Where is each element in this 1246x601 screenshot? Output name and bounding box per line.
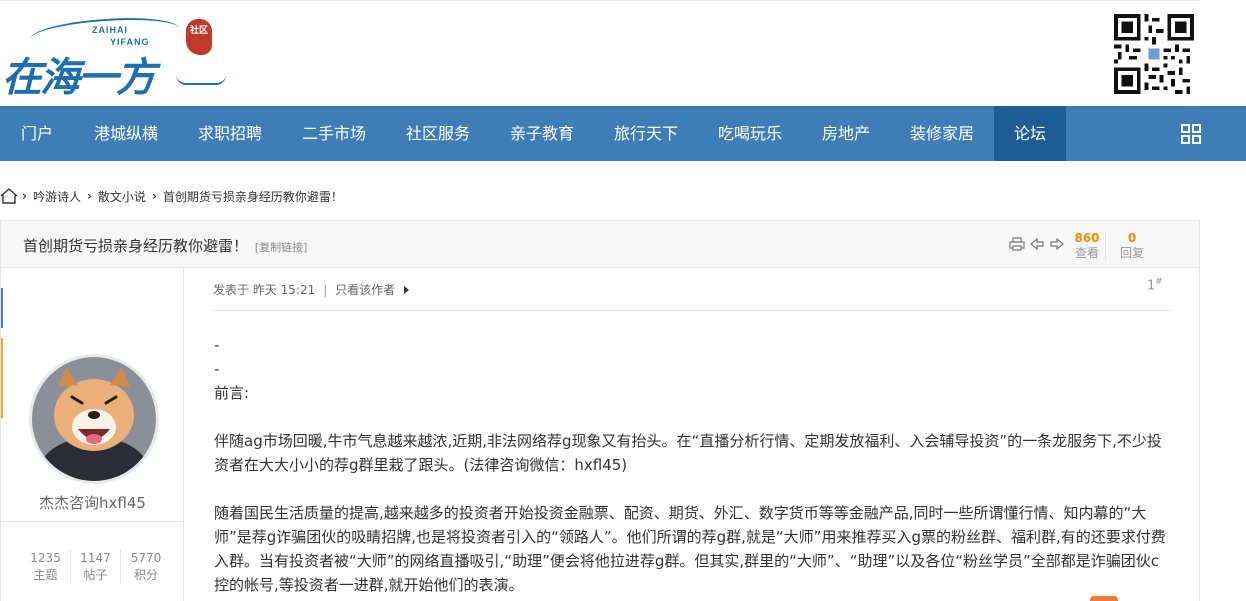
breadcrumb: › 吟游诗人 › 散文小说 › 首创期货亏损亲身经历教你避雷！ [0, 186, 349, 206]
only-author-link[interactable]: 只看该作者 [335, 281, 395, 298]
post-line: - [214, 336, 220, 354]
floor-number[interactable]: 1# [1147, 277, 1163, 293]
previous-thread-icon[interactable] [1029, 237, 1045, 251]
thread-tools [1009, 237, 1065, 251]
post-paragraph: 随着国民生活质量的提高,越来越多的投资者开始投资金融票、配资、期货、外汇、数字货… [214, 504, 1166, 594]
views-stat: 860 查看 [1067, 231, 1107, 261]
main-nav: 门户 港城纵横 求职招聘 二手市场 社区服务 亲子教育 旅行天下 吃喝玩乐 房地… [0, 106, 1246, 161]
replies-count: 0 [1127, 231, 1137, 245]
thread-title-bar: 首创期货亏损亲身经历教你避雷！ [复制链接] 860 查看 0 回复 [1, 221, 1199, 268]
nav-item-decoration[interactable]: 装修家居 [890, 106, 994, 161]
nav-item-community[interactable]: 社区服务 [386, 106, 490, 161]
author-stat-points[interactable]: 5770 积分 [121, 550, 171, 584]
post-meta: 发表于 昨天 15:21 | 只看该作者 [213, 281, 411, 298]
author-stat-num: 1147 [80, 551, 111, 565]
print-icon[interactable] [1009, 237, 1025, 251]
nav-item-city[interactable]: 港城纵横 [74, 106, 178, 161]
post-gap [214, 477, 1174, 501]
caret-right-icon [404, 285, 410, 294]
author-stat-posts[interactable]: 1147 帖子 [71, 550, 121, 584]
author-stat-label: 帖子 [83, 568, 108, 582]
stat-divider [1105, 231, 1106, 261]
nav-item-travel[interactable]: 旅行天下 [594, 106, 698, 161]
post-body: - - 前言: 伴随ag市场回暖,牛市气息越来越浓,近期,非法网络荐g现象又有抬… [214, 333, 1174, 597]
post-gap [214, 405, 1174, 429]
grid-menu-icon[interactable] [1181, 124, 1201, 144]
author-stat-num: 1235 [30, 551, 61, 565]
next-thread-icon[interactable] [1049, 237, 1065, 251]
breadcrumb-item-board[interactable]: 吟游诗人 [33, 188, 81, 205]
logo-stamp: 社区 [186, 19, 212, 55]
replies-label: 回复 [1119, 246, 1144, 260]
author-name[interactable]: 杰杰咨询hxfl45 [1, 492, 184, 513]
author-stat-threads[interactable]: 1235 主题 [21, 550, 71, 584]
author-stats: 1235 主题 1147 帖子 5770 积分 [21, 550, 171, 584]
logo-en-line1: ZAIHAI [92, 25, 128, 35]
chevron-right-icon: › [151, 189, 157, 203]
nav-item-realestate[interactable]: 房地产 [802, 106, 890, 161]
post-time: 发表于 昨天 15:21 [213, 283, 316, 297]
breadcrumb-item-thread[interactable]: 首创期货亏损亲身经历教你避雷！ [163, 188, 343, 205]
copy-link-button[interactable]: [复制链接] [255, 241, 308, 254]
qr-code-image [1114, 14, 1194, 94]
thread-title: 首创期货亏损亲身经历教你避雷！ [23, 237, 249, 255]
nav-item-education[interactable]: 亲子教育 [490, 106, 594, 161]
author-panel: 杰杰咨询hxfl45 1235 主题 1147 帖子 5770 积分 [1, 268, 184, 601]
avatar[interactable] [29, 354, 159, 484]
breadcrumb-item-category[interactable]: 散文小说 [98, 188, 146, 205]
nav-item-portal[interactable]: 门户 [0, 106, 74, 161]
thread-title-row: 首创期货亏损亲身经历教你避雷！ [复制链接] [23, 235, 307, 256]
chevron-right-icon: › [86, 189, 92, 203]
site-logo[interactable]: ZAIHAI YIFANG 在海一方 社区 [0, 13, 230, 101]
nav-item-forum[interactable]: 论坛 [994, 106, 1066, 161]
views-count: 860 [1074, 231, 1100, 245]
nav-item-jobs[interactable]: 求职招聘 [178, 106, 282, 161]
author-divider [1, 521, 184, 522]
replies-stat: 0 回复 [1112, 231, 1152, 261]
author-stat-label: 积分 [133, 568, 158, 582]
nav-item-food[interactable]: 吃喝玩乐 [698, 106, 802, 161]
nav-item-secondhand[interactable]: 二手市场 [282, 106, 386, 161]
author-stat-num: 5770 [130, 551, 162, 565]
site-header: ZAIHAI YIFANG 在海一方 社区 [0, 0, 1200, 106]
author-accent-blue [1, 288, 3, 328]
floating-tab-edge[interactable] [1090, 596, 1118, 601]
post-paragraph: 伴随ag市场回暖,牛市气息越来越浓,近期,非法网络荐g现象又有抬头。在“直播分析… [214, 432, 1162, 474]
post-line: - [214, 360, 220, 378]
author-accent-orange [1, 338, 3, 418]
meta-divider: | [323, 282, 328, 297]
post-line: 前言: [214, 384, 250, 402]
thread-container: 首创期货亏损亲身经历教你避雷！ [复制链接] 860 查看 0 回复 杰杰咨询h… [0, 220, 1200, 601]
author-stat-label: 主题 [33, 568, 58, 582]
dog-avatar-image [32, 357, 156, 481]
post-divider [213, 310, 1171, 311]
views-label: 查看 [1074, 246, 1099, 260]
home-icon[interactable] [0, 188, 18, 204]
floor-mark: # [1155, 277, 1163, 287]
logo-wave [176, 75, 226, 85]
logo-title: 在海一方 [2, 54, 156, 101]
chevron-right-icon: › [22, 189, 27, 203]
